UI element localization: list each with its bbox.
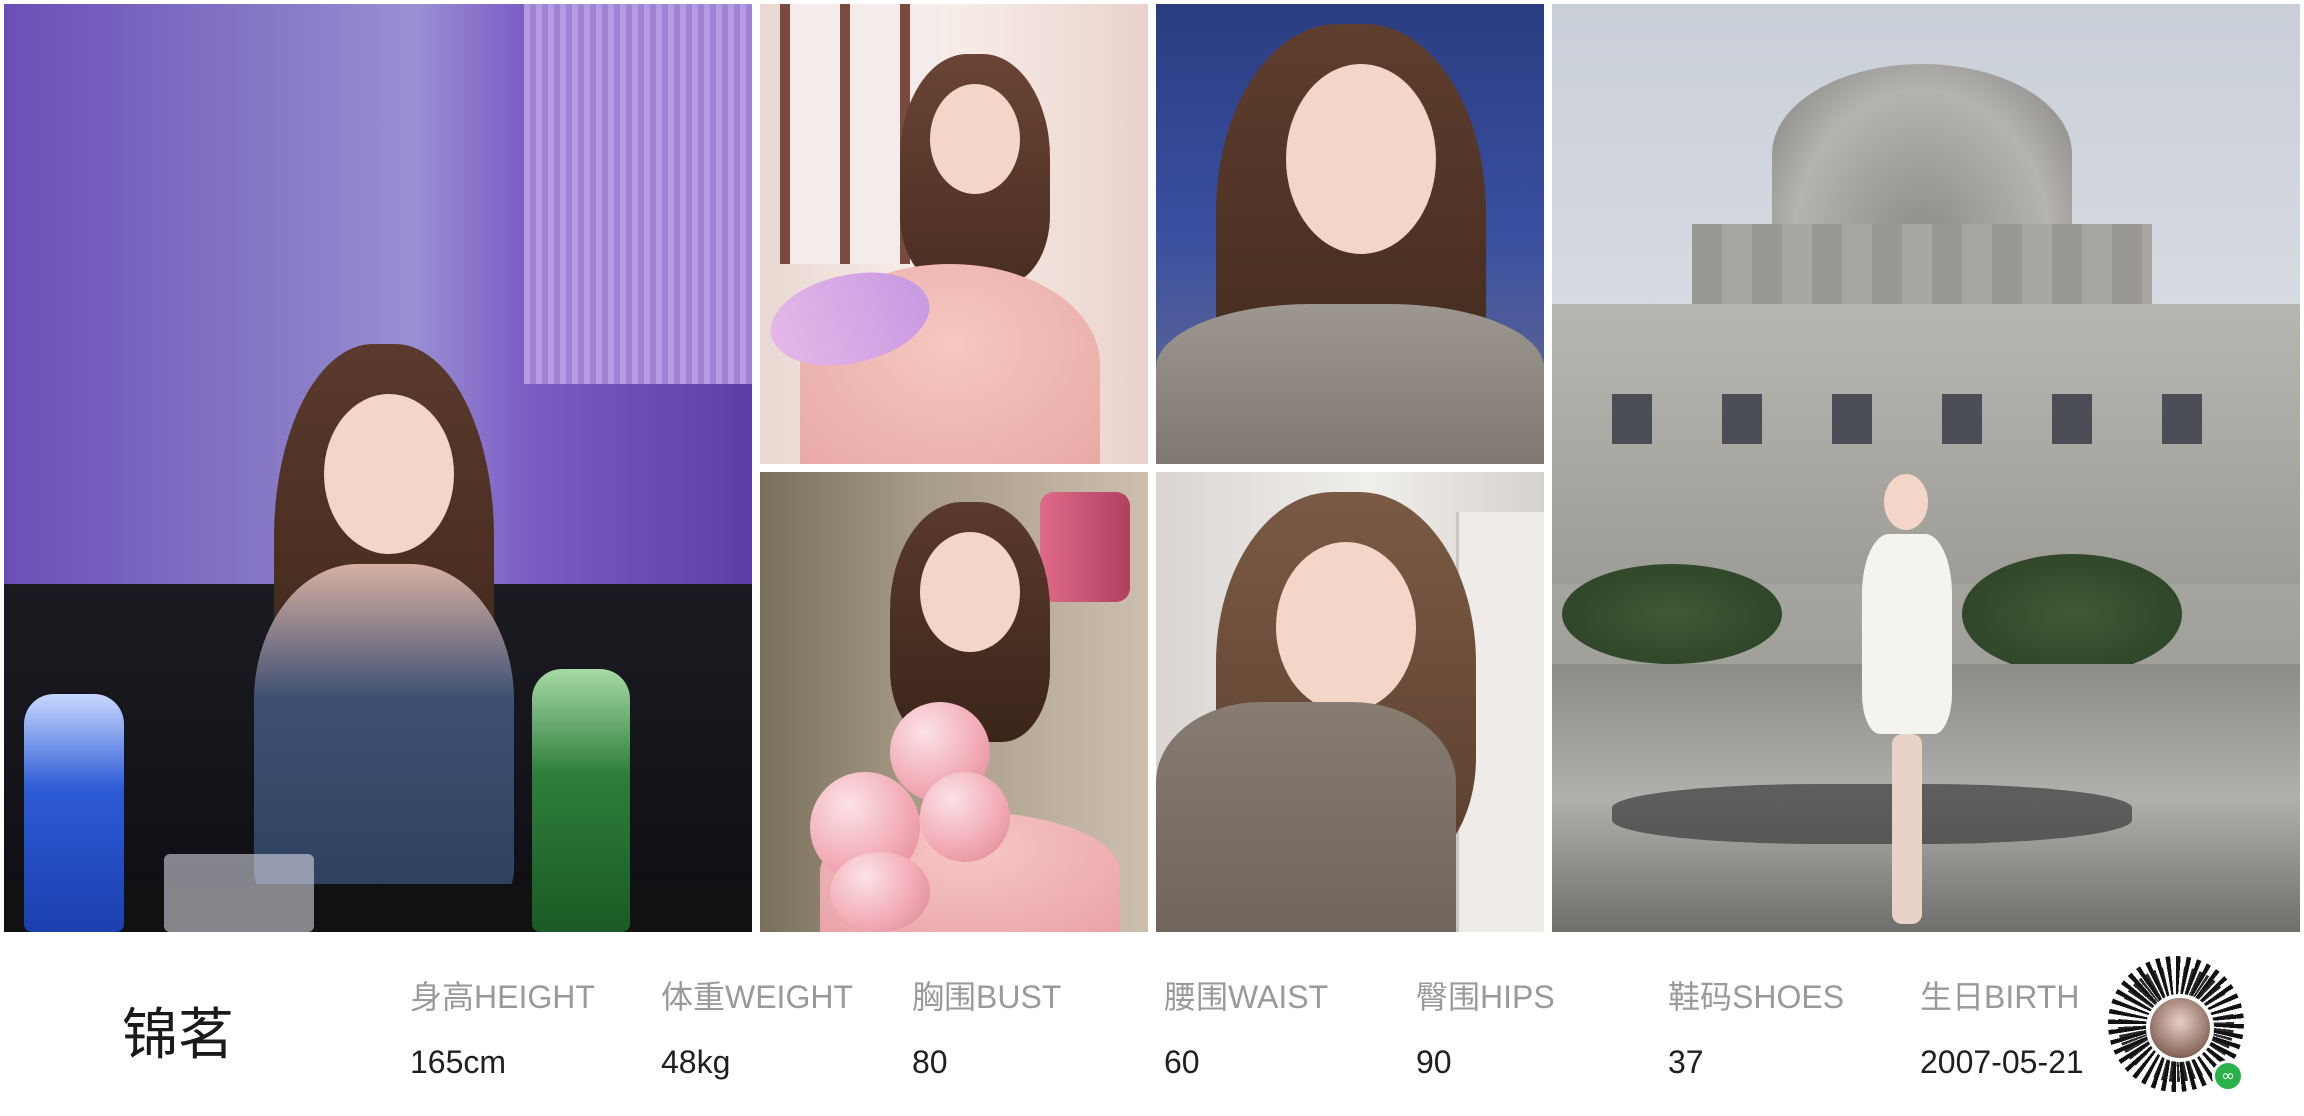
sweater bbox=[1156, 304, 1544, 464]
stat-label: 腰围WAIST bbox=[1164, 979, 1329, 1015]
dome bbox=[1772, 64, 2072, 244]
windows bbox=[1612, 394, 2252, 444]
photo-pink-bubbles bbox=[760, 4, 1148, 464]
stat-value: 48kg bbox=[661, 1044, 731, 1080]
stat-label: 鞋码SHOES bbox=[1668, 979, 1845, 1015]
stat-label: 生日BIRTH bbox=[1920, 979, 2080, 1015]
stat-height: 身高HEIGHT 165cm bbox=[410, 972, 595, 1081]
stat-value: 37 bbox=[1668, 1044, 1704, 1080]
stat-value: 2007-05-21 bbox=[1920, 1044, 2084, 1080]
blue-bottle bbox=[24, 694, 124, 932]
model-name: 锦茗 bbox=[122, 1003, 234, 1068]
grey-coat bbox=[1156, 702, 1456, 932]
photo-grey-coat bbox=[1156, 472, 1544, 932]
mini-program-qr-code-icon[interactable]: ∞ bbox=[2108, 956, 2244, 1092]
wechat-badge-icon: ∞ bbox=[2212, 1060, 2244, 1092]
face bbox=[1276, 542, 1416, 712]
stat-label: 胸围BUST bbox=[912, 979, 1062, 1015]
model-body bbox=[254, 564, 514, 904]
photo-building bbox=[1552, 4, 2300, 932]
face bbox=[920, 532, 1020, 652]
green-bottle bbox=[532, 669, 630, 932]
stat-bust: 胸围BUST 80 bbox=[912, 972, 1061, 1081]
balloon-letter bbox=[1040, 492, 1130, 602]
stat-shoes: 鞋码SHOES 37 bbox=[1668, 972, 1844, 1081]
info-bar: 锦茗 身高HEIGHT 165cm 体重WEIGHT 48kg 胸围BUST 8… bbox=[0, 932, 2304, 1116]
bush bbox=[1962, 554, 2182, 674]
stat-label: 臀围HIPS bbox=[1416, 979, 1555, 1015]
photo-purple-room bbox=[4, 4, 752, 932]
bush bbox=[1562, 564, 1782, 664]
photo-night-sky bbox=[1156, 4, 1544, 464]
stat-value: 80 bbox=[912, 1044, 948, 1080]
legs bbox=[1892, 734, 1922, 924]
model-figure bbox=[1862, 464, 1952, 924]
photo-birthday bbox=[760, 472, 1148, 932]
stat-waist: 腰围WAIST 60 bbox=[1164, 972, 1328, 1081]
stat-value: 165cm bbox=[410, 1044, 507, 1080]
glass bbox=[164, 854, 314, 932]
face bbox=[930, 84, 1020, 194]
stat-hips: 臀围HIPS 90 bbox=[1416, 972, 1555, 1081]
balloon bbox=[920, 772, 1010, 862]
stat-birth: 生日BIRTH 2007-05-21 bbox=[1920, 972, 2084, 1081]
wall-panel bbox=[524, 4, 752, 384]
stat-value: 90 bbox=[1416, 1044, 1452, 1080]
stat-label: 身高HEIGHT bbox=[410, 979, 595, 1015]
white-dress bbox=[1862, 534, 1952, 734]
face bbox=[324, 394, 454, 554]
avatar bbox=[2146, 994, 2214, 1062]
balloon bbox=[830, 852, 930, 932]
face bbox=[1884, 474, 1928, 530]
stat-weight: 体重WEIGHT 48kg bbox=[661, 972, 853, 1081]
stat-label: 体重WEIGHT bbox=[661, 979, 853, 1015]
stat-value: 60 bbox=[1164, 1044, 1200, 1080]
face bbox=[1286, 64, 1436, 254]
